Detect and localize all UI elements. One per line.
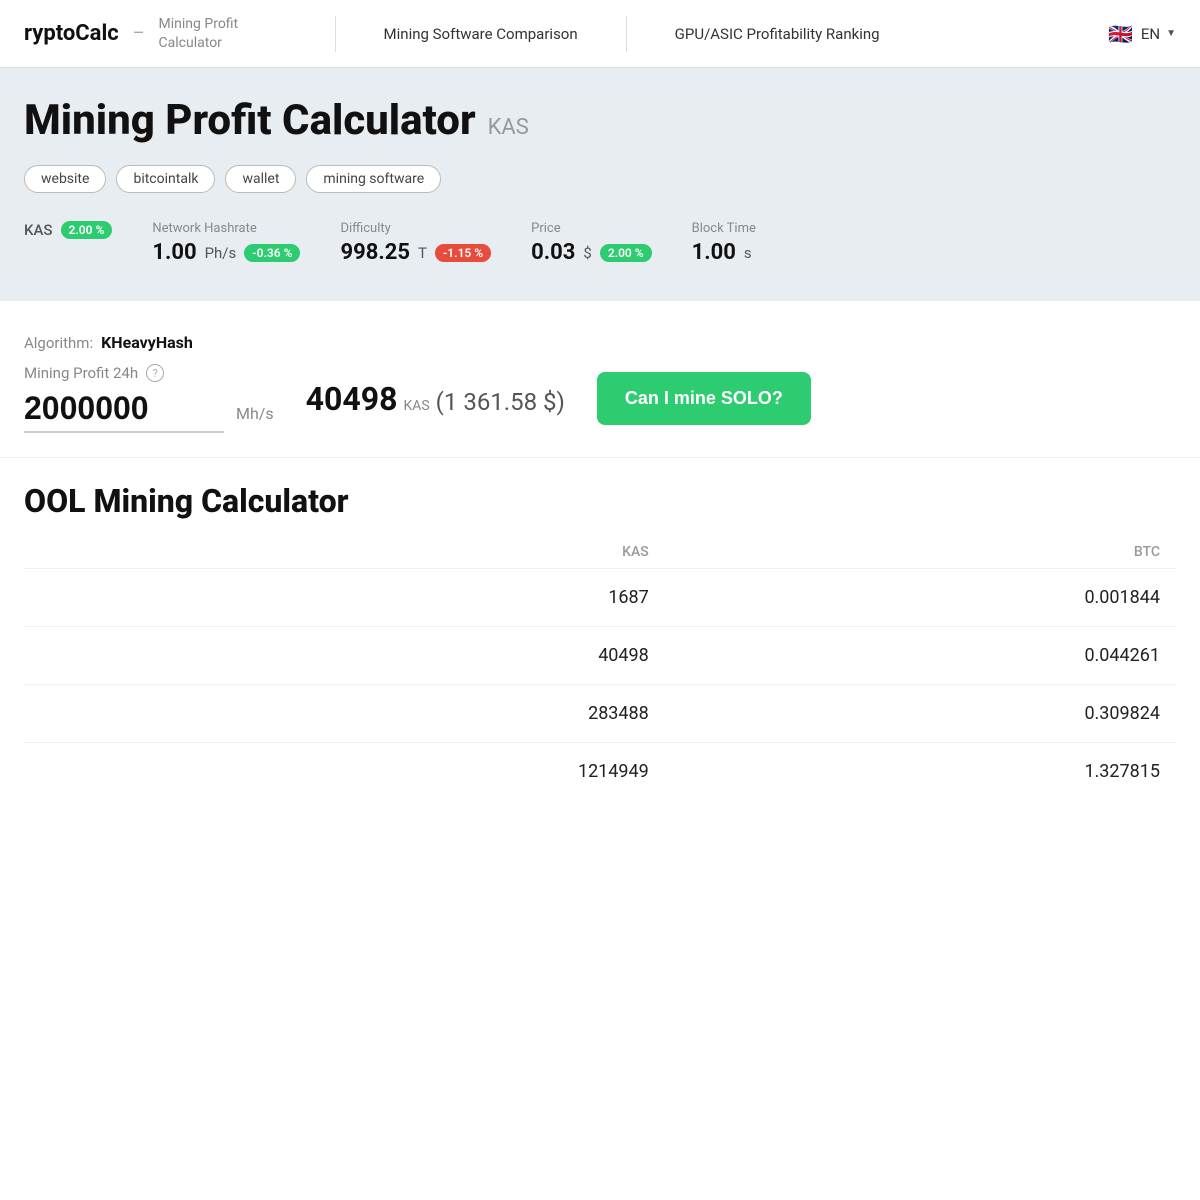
- coin-value-row: KAS 2.00 %: [24, 221, 112, 239]
- pool-table-header-row: KAS BTC: [24, 536, 1176, 569]
- brand-name: ryptoCalc: [24, 21, 119, 46]
- network-hashrate-value: 1.00: [152, 240, 196, 265]
- stat-block-time: Block Time 1.00 s: [692, 221, 756, 265]
- algorithm-name: KHeavyHash: [101, 333, 193, 352]
- language-label: EN: [1141, 25, 1160, 43]
- brand-separator: –: [133, 23, 145, 44]
- row-btc-1: 0.001844: [665, 569, 1176, 627]
- col-period: [24, 536, 176, 569]
- stat-network-hashrate: Network Hashrate 1.00 Ph/s -0.36 %: [152, 221, 300, 265]
- brand-subtitle: Mining Profit Calculator: [159, 15, 279, 51]
- stat-difficulty: Difficulty 998.25 T -1.15 %: [340, 221, 491, 265]
- tag-wallet[interactable]: wallet: [225, 165, 296, 193]
- difficulty-value: 998.25: [340, 240, 410, 265]
- nav-mining-software[interactable]: Mining Software Comparison: [360, 25, 602, 43]
- chevron-down-icon: ▼: [1166, 28, 1176, 39]
- tag-links-row: website bitcointalk wallet mining softwa…: [24, 165, 1176, 193]
- row-period-1: [24, 569, 176, 627]
- table-row: 1214949 1.327815: [24, 743, 1176, 801]
- profit-result: 40498 KAS (1 361.58 $): [306, 380, 565, 418]
- profit-kas-amount: 40498: [306, 380, 398, 418]
- row-period-2: [24, 627, 176, 685]
- difficulty-label: Difficulty: [340, 221, 491, 236]
- nav-divider: [626, 16, 627, 52]
- price-value: 0.03: [531, 240, 575, 265]
- row-btc-3: 0.309824: [665, 685, 1176, 743]
- input-result-row: Mining Profit 24h ? Mh/s 40498 KAS (1 361…: [24, 364, 1176, 433]
- stats-row: KAS 2.00 % Network Hashrate 1.00 Ph/s -0…: [24, 221, 1176, 265]
- network-hashrate-value-row: 1.00 Ph/s -0.36 %: [152, 240, 300, 265]
- difficulty-value-row: 998.25 T -1.15 %: [340, 240, 491, 265]
- profit-label: Mining Profit 24h: [24, 364, 138, 382]
- pool-section: OOL Mining Calculator KAS BTC 1687 0.001…: [0, 457, 1200, 832]
- help-icon[interactable]: ?: [146, 364, 164, 382]
- col-kas: KAS: [176, 536, 665, 569]
- block-time-value-row: 1.00 s: [692, 240, 756, 265]
- row-btc-4: 1.327815: [665, 743, 1176, 801]
- row-kas-3: 283488: [176, 685, 665, 743]
- algorithm-prefix: Algorithm:: [24, 334, 93, 352]
- algorithm-row: Algorithm: KHeavyHash: [24, 333, 1176, 352]
- flag-icon: 🇬🇧: [1107, 20, 1135, 48]
- difficulty-badge: -1.15 %: [435, 244, 491, 262]
- row-kas-1: 1687: [176, 569, 665, 627]
- pool-table-header: KAS BTC: [24, 536, 1176, 569]
- profit-kas-unit: KAS: [403, 398, 429, 414]
- pool-section-title: OOL Mining Calculator: [24, 458, 1176, 536]
- table-row: 283488 0.309824: [24, 685, 1176, 743]
- network-hashrate-badge: -0.36 %: [244, 244, 300, 262]
- stat-price: Price 0.03 $ 2.00 %: [531, 221, 652, 265]
- coin-label: KAS: [488, 115, 529, 140]
- title-row: Mining Profit Calculator KAS: [24, 96, 1176, 145]
- header-nav: Mining Software Comparison GPU/ASIC Prof…: [360, 16, 1107, 52]
- tag-mining-software[interactable]: mining software: [306, 165, 441, 193]
- coin-abbr: KAS: [24, 221, 53, 239]
- hashrate-input[interactable]: [24, 390, 224, 433]
- hashrate-input-block: Mining Profit 24h ? Mh/s: [24, 364, 274, 433]
- profit-label-row: Mining Profit 24h ?: [24, 364, 274, 382]
- pool-table: KAS BTC 1687 0.001844 40498 0.044261 28: [24, 536, 1176, 800]
- hero-section: Mining Profit Calculator KAS website bit…: [0, 68, 1200, 301]
- table-row: 40498 0.044261: [24, 627, 1176, 685]
- row-kas-2: 40498: [176, 627, 665, 685]
- row-btc-2: 0.044261: [665, 627, 1176, 685]
- price-label: Price: [531, 221, 652, 236]
- tag-website[interactable]: website: [24, 165, 106, 193]
- calculator-section: Algorithm: KHeavyHash Mining Profit 24h …: [0, 301, 1200, 457]
- difficulty-unit: T: [418, 244, 427, 262]
- page-title: Mining Profit Calculator: [24, 96, 476, 145]
- row-period-3: [24, 685, 176, 743]
- solo-mine-button[interactable]: Can I mine SOLO?: [597, 372, 811, 425]
- coin-badge: 2.00 %: [61, 221, 113, 239]
- brand: ryptoCalc – Mining Profit Calculator: [24, 15, 279, 51]
- profit-usd: (1 361.58 $): [436, 388, 565, 416]
- language-selector[interactable]: 🇬🇧 EN ▼: [1107, 20, 1176, 48]
- pool-table-body: 1687 0.001844 40498 0.044261 283488 0.30…: [24, 569, 1176, 801]
- hashrate-input-row: Mh/s: [24, 390, 274, 433]
- price-unit: $: [583, 244, 591, 262]
- row-kas-4: 1214949: [176, 743, 665, 801]
- price-value-row: 0.03 $ 2.00 %: [531, 240, 652, 265]
- header: ryptoCalc – Mining Profit Calculator Min…: [0, 0, 1200, 68]
- col-btc: BTC: [665, 536, 1176, 569]
- row-period-4: [24, 743, 176, 801]
- nav-gpu-ranking[interactable]: GPU/ASIC Profitability Ranking: [651, 25, 904, 43]
- price-badge: 2.00 %: [600, 244, 652, 262]
- block-time-label: Block Time: [692, 221, 756, 236]
- block-time-unit: s: [744, 244, 752, 262]
- tag-bitcointalk[interactable]: bitcointalk: [116, 165, 215, 193]
- network-hashrate-label: Network Hashrate: [152, 221, 300, 236]
- network-hashrate-unit: Ph/s: [205, 244, 237, 262]
- stat-coin: KAS 2.00 %: [24, 221, 112, 239]
- header-divider: [335, 16, 336, 52]
- table-row: 1687 0.001844: [24, 569, 1176, 627]
- pool-table-wrap: KAS BTC 1687 0.001844 40498 0.044261 28: [24, 536, 1176, 800]
- hashrate-unit: Mh/s: [236, 404, 274, 423]
- block-time-value: 1.00: [692, 240, 736, 265]
